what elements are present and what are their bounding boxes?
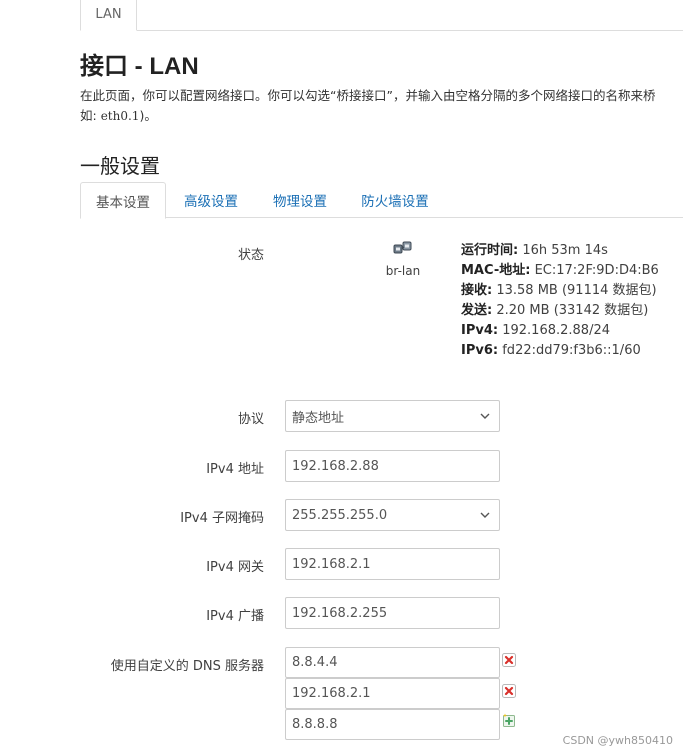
ipv4-broadcast-label: IPv4 广播 [206, 609, 264, 624]
ipv4-netmask-select[interactable]: 255.255.255.0 [285, 499, 500, 531]
section-title: 一般设置 [80, 154, 160, 178]
protocol-select-value: 静态地址 [292, 410, 345, 426]
description-line-2: 如: eth0.1)。 [80, 106, 683, 126]
tab-advanced-settings[interactable]: 高级设置 [172, 182, 250, 218]
description-code: eth0.1 [100, 109, 140, 123]
status-mac: MAC-地址: EC:17:2F:9D:D4:B6 [461, 261, 659, 281]
status-ipv4: IPv4: 192.168.2.88/24 [461, 321, 659, 341]
ipv4-gateway-label: IPv4 网关 [206, 560, 264, 575]
tab-physical-settings[interactable]: 物理设置 [261, 182, 339, 218]
dns-server-value: 192.168.2.1 [292, 686, 371, 701]
ipv4-netmask-value: 255.255.255.0 [292, 507, 388, 523]
status-label: 状态 [237, 248, 264, 263]
status-tx: 发送: 2.20 MB (33142 数据包) [461, 301, 659, 321]
page-description: 在此页面，你可以配置网络接口。你可以勾选“桥接接口”，并输入由空格分隔的多个网络… [80, 86, 683, 126]
interface-name: br-lan [385, 264, 421, 278]
tab-basic-settings[interactable]: 基本设置 [80, 182, 166, 219]
dns-server-input[interactable]: 8.8.8.8 [285, 709, 500, 740]
ipv4-address-label: IPv4 地址 [206, 462, 264, 477]
ipv4-netmask-label: IPv4 子网掩码 [180, 511, 264, 526]
top-tab-bar: LAN [80, 0, 683, 31]
status-key: 接收: [461, 283, 493, 298]
dns-server-input[interactable]: 8.8.4.4 [285, 647, 500, 678]
status-details: 运行时间: 16h 53m 14s MAC-地址: EC:17:2F:9D:D4… [461, 241, 659, 361]
status-key: 运行时间: [461, 243, 519, 258]
status-key: 发送: [461, 303, 493, 318]
status-value: 192.168.2.88/24 [502, 323, 610, 338]
remove-icon[interactable] [502, 653, 516, 667]
ipv4-broadcast-value: 192.168.2.255 [292, 605, 388, 621]
status-key: MAC-地址: [461, 263, 531, 278]
dns-server-input[interactable]: 192.168.2.1 [285, 678, 500, 709]
ipv4-broadcast-input[interactable]: 192.168.2.255 [285, 597, 500, 629]
network-ports-icon [393, 241, 412, 254]
status-value: EC:17:2F:9D:D4:B6 [534, 263, 659, 278]
dns-server-value: 8.8.8.8 [292, 717, 338, 732]
settings-tabs: 基本设置 高级设置 物理设置 防火墙设置 [80, 182, 683, 219]
ipv4-address-input[interactable]: 192.168.2.88 [285, 450, 500, 482]
add-icon[interactable] [502, 713, 516, 727]
remove-icon[interactable] [502, 684, 516, 698]
description-suffix: )。 [139, 108, 157, 123]
chevron-down-icon [480, 512, 490, 518]
page-title: 接口 - LAN [80, 53, 199, 80]
status-key: IPv6: [461, 343, 499, 358]
status-uptime: 运行时间: 16h 53m 14s [461, 241, 659, 261]
ipv4-gateway-input[interactable]: 192.168.2.1 [285, 548, 500, 580]
status-value: fd22:dd79:f3b6::1/60 [502, 343, 641, 358]
status-key: IPv4: [461, 323, 499, 338]
status-value: 2.20 MB (33142 数据包) [496, 303, 649, 318]
status-value: 13.58 MB (91114 数据包) [496, 283, 657, 298]
watermark: CSDN @ywh850410 [562, 734, 673, 747]
protocol-label: 协议 [237, 412, 264, 427]
dns-servers-label: 使用自定义的 DNS 服务器 [110, 659, 264, 674]
status-value: 16h 53m 14s [522, 243, 608, 258]
description-line-1: 在此页面，你可以配置网络接口。你可以勾选“桥接接口”，并输入由空格分隔的多个网络… [80, 88, 656, 103]
status-rx: 接收: 13.58 MB (91114 数据包) [461, 281, 659, 301]
tab-firewall-settings[interactable]: 防火墙设置 [350, 182, 440, 218]
status-ipv6: IPv6: fd22:dd79:f3b6::1/60 [461, 341, 659, 361]
tab-lan[interactable]: LAN [80, 0, 137, 31]
protocol-select[interactable]: 静态地址 [285, 400, 500, 432]
ipv4-address-value: 192.168.2.88 [292, 458, 379, 474]
description-prefix: 如: [80, 108, 101, 123]
chevron-down-icon [480, 413, 490, 419]
dns-server-value: 8.8.4.4 [292, 655, 338, 670]
ipv4-gateway-value: 192.168.2.1 [292, 556, 371, 572]
